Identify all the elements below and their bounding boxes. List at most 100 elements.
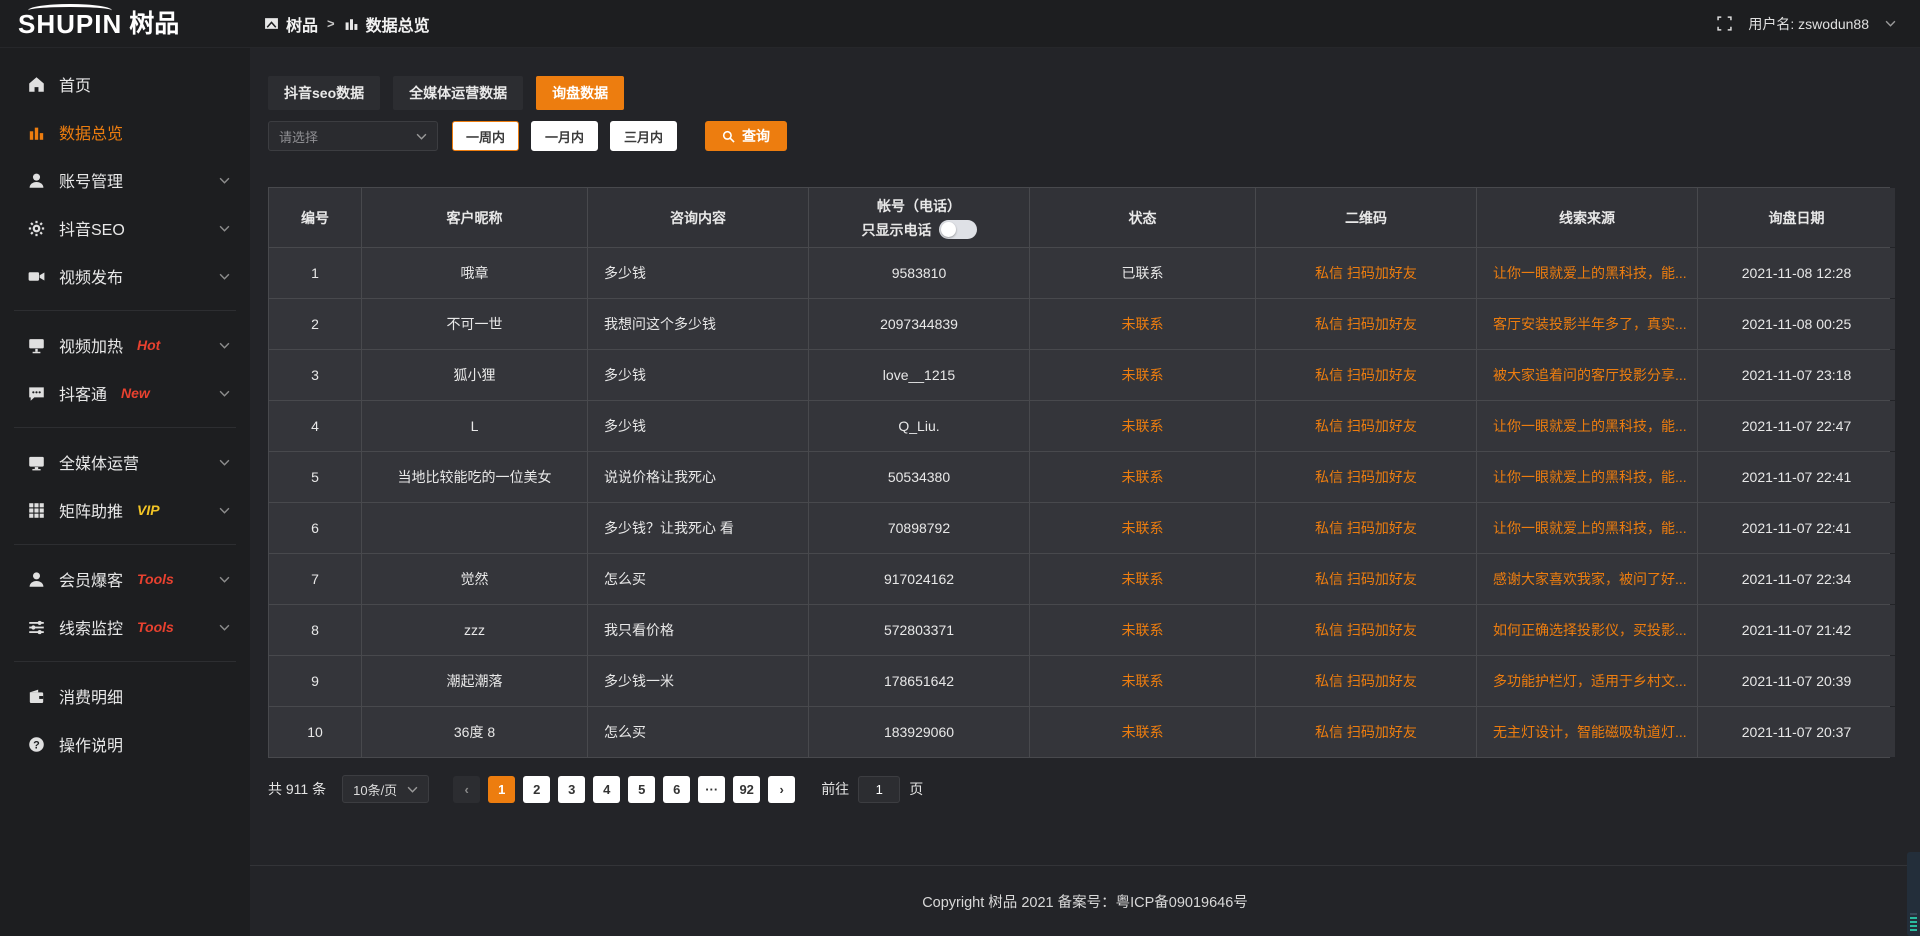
cell-account: 9583810: [809, 248, 1029, 298]
tab-3[interactable]: 询盘数据: [536, 76, 624, 110]
cell-status: 已联系: [1030, 248, 1255, 298]
tab-1[interactable]: 抖音seo数据: [268, 76, 380, 110]
cell-nickname: zzz: [362, 605, 587, 655]
cell-source-link[interactable]: 多功能护栏灯，适用于乡村文...: [1477, 656, 1697, 706]
breadcrumb-root[interactable]: 树品: [286, 12, 318, 36]
previous-page-button[interactable]: ‹: [453, 776, 480, 803]
sidebar-item-badge: Hot: [137, 337, 160, 353]
page-button-5[interactable]: 5: [628, 776, 655, 803]
app-logo: SHUPIN 树品: [0, 11, 250, 37]
grid-icon: [28, 502, 45, 519]
range-button-3[interactable]: 三月内: [610, 121, 677, 151]
page-button-4[interactable]: 4: [593, 776, 620, 803]
svg-text:?: ?: [33, 739, 40, 751]
phone-only-toggle[interactable]: [939, 220, 977, 239]
cell-nickname: 不可一世: [362, 299, 587, 349]
sidebar-item-label: 抖音SEO: [59, 216, 125, 240]
fullscreen-icon[interactable]: [1717, 16, 1732, 31]
goto-page-input[interactable]: [858, 776, 900, 803]
cell-source-link[interactable]: 让你一眼就爱上的黑科技，能...: [1477, 503, 1697, 553]
pagination: 共 911 条10条/页‹123456···92›前往页: [268, 775, 1920, 803]
sidebar-item-6[interactable]: 视频加热 Hot: [0, 321, 250, 369]
cell-id: 7: [269, 554, 361, 604]
sidebar: 首页数据总览账号管理抖音SEO 视频发布视频加热 Hot 抖客通New 全媒体运营矩阵助…: [0, 48, 250, 936]
home-icon: [28, 76, 45, 93]
sidebar-item-13[interactable]: ?操作说明: [0, 720, 250, 768]
cell-qrcode-link[interactable]: 私信 扫码加好友: [1256, 401, 1476, 451]
cell-qrcode-link[interactable]: 私信 扫码加好友: [1256, 605, 1476, 655]
sidebar-item-1[interactable]: 首页: [0, 60, 250, 108]
cell-source-link[interactable]: 无主灯设计，智能磁吸轨道灯...: [1477, 707, 1697, 757]
cell-source-link[interactable]: 让你一眼就爱上的黑科技，能...: [1477, 248, 1697, 298]
sidebar-item-12[interactable]: 消费明细: [0, 672, 250, 720]
cell-date: 2021-11-07 20:37: [1698, 707, 1895, 757]
cell-status: 未联系: [1030, 554, 1255, 604]
column-header: 询盘日期: [1698, 188, 1895, 247]
cell-source-link[interactable]: 让你一眼就爱上的黑科技，能...: [1477, 401, 1697, 451]
chevron-down-icon: [219, 342, 230, 349]
cell-qrcode-link[interactable]: 私信 扫码加好友: [1256, 554, 1476, 604]
gear-icon: [28, 220, 45, 237]
cell-nickname: 36度 8: [362, 707, 587, 757]
cell-nickname: 潮起潮落: [362, 656, 587, 706]
cell-id: 9: [269, 656, 361, 706]
goto-label: 前往: [821, 779, 849, 799]
chevron-down-icon: [219, 390, 230, 397]
sidebar-item-3[interactable]: 账号管理: [0, 156, 250, 204]
cell-qrcode-link[interactable]: 私信 扫码加好友: [1256, 299, 1476, 349]
tab-2[interactable]: 全媒体运营数据: [393, 76, 523, 110]
chevron-down-icon: [219, 459, 230, 466]
logo-text-en: SHUPIN: [18, 11, 122, 37]
breadcrumb: 树品 > 数据总览: [264, 12, 430, 36]
phone-toggle-row: 只显示电话: [862, 220, 977, 240]
page-button-6[interactable]: 6: [663, 776, 690, 803]
sidebar-item-10[interactable]: 会员爆客Tools: [0, 555, 250, 603]
filter-select-placeholder: 请选择: [279, 127, 318, 146]
cell-qrcode-link[interactable]: 私信 扫码加好友: [1256, 656, 1476, 706]
sidebar-item-2[interactable]: 数据总览: [0, 108, 250, 156]
cell-source-link[interactable]: 客厅安装投影半年多了，真实...: [1477, 299, 1697, 349]
sidebar-item-5[interactable]: 视频发布: [0, 252, 250, 300]
page-button-2[interactable]: 2: [523, 776, 550, 803]
logo-text-cn: 树品: [129, 12, 179, 37]
sidebar-item-8[interactable]: 全媒体运营: [0, 438, 250, 486]
page-button-3[interactable]: 3: [558, 776, 585, 803]
sidebar-item-11[interactable]: 线索监控Tools: [0, 603, 250, 651]
page-button-92[interactable]: 92: [733, 776, 760, 803]
cell-qrcode-link[interactable]: 私信 扫码加好友: [1256, 248, 1476, 298]
sidebar-item-badge: New: [121, 385, 150, 401]
cell-qrcode-link[interactable]: 私信 扫码加好友: [1256, 452, 1476, 502]
page-layout: 首页数据总览账号管理抖音SEO 视频发布视频加热 Hot 抖客通New 全媒体运营矩阵助…: [0, 48, 1920, 936]
question-icon: ?: [28, 736, 45, 753]
cell-qrcode-link[interactable]: 私信 扫码加好友: [1256, 707, 1476, 757]
cell-qrcode-link[interactable]: 私信 扫码加好友: [1256, 503, 1476, 553]
query-button[interactable]: 查询: [705, 121, 787, 151]
cell-source-link[interactable]: 感谢大家喜欢我家，被问了好...: [1477, 554, 1697, 604]
chevron-down-icon: [219, 273, 230, 280]
range-button-1[interactable]: 一周内: [452, 121, 519, 151]
cell-status: 未联系: [1030, 707, 1255, 757]
column-header-account: 帐号（电话）只显示电话: [809, 188, 1029, 247]
cell-source-link[interactable]: 被大家追着问的客厅投影分享...: [1477, 350, 1697, 400]
floating-widget[interactable]: [1907, 852, 1920, 936]
username-label[interactable]: 用户名: zswodun88: [1748, 14, 1869, 34]
sidebar-divider: [14, 427, 236, 428]
cell-source-link[interactable]: 如何正确选择投影仪，买投影...: [1477, 605, 1697, 655]
page-size-select[interactable]: 10条/页: [342, 775, 429, 803]
sidebar-item-4[interactable]: 抖音SEO: [0, 204, 250, 252]
column-header: 编号: [269, 188, 361, 247]
sidebar-item-label: 视频加热: [59, 333, 123, 357]
next-page-button[interactable]: ›: [768, 776, 795, 803]
user-menu-chevron-icon[interactable]: [1885, 20, 1896, 27]
cell-qrcode-link[interactable]: 私信 扫码加好友: [1256, 350, 1476, 400]
sidebar-item-7[interactable]: 抖客通New: [0, 369, 250, 417]
page-button-1[interactable]: 1: [488, 776, 515, 803]
filter-select[interactable]: 请选择: [268, 121, 438, 151]
sidebar-item-9[interactable]: 矩阵助推VIP: [0, 486, 250, 534]
phone-toggle-label: 只显示电话: [862, 220, 932, 240]
cell-id: 8: [269, 605, 361, 655]
range-button-2[interactable]: 一月内: [531, 121, 598, 151]
cell-source-link[interactable]: 让你一眼就爱上的黑科技，能...: [1477, 452, 1697, 502]
page-ellipsis-button[interactable]: ···: [698, 776, 725, 803]
column-header: 线索来源: [1477, 188, 1697, 247]
